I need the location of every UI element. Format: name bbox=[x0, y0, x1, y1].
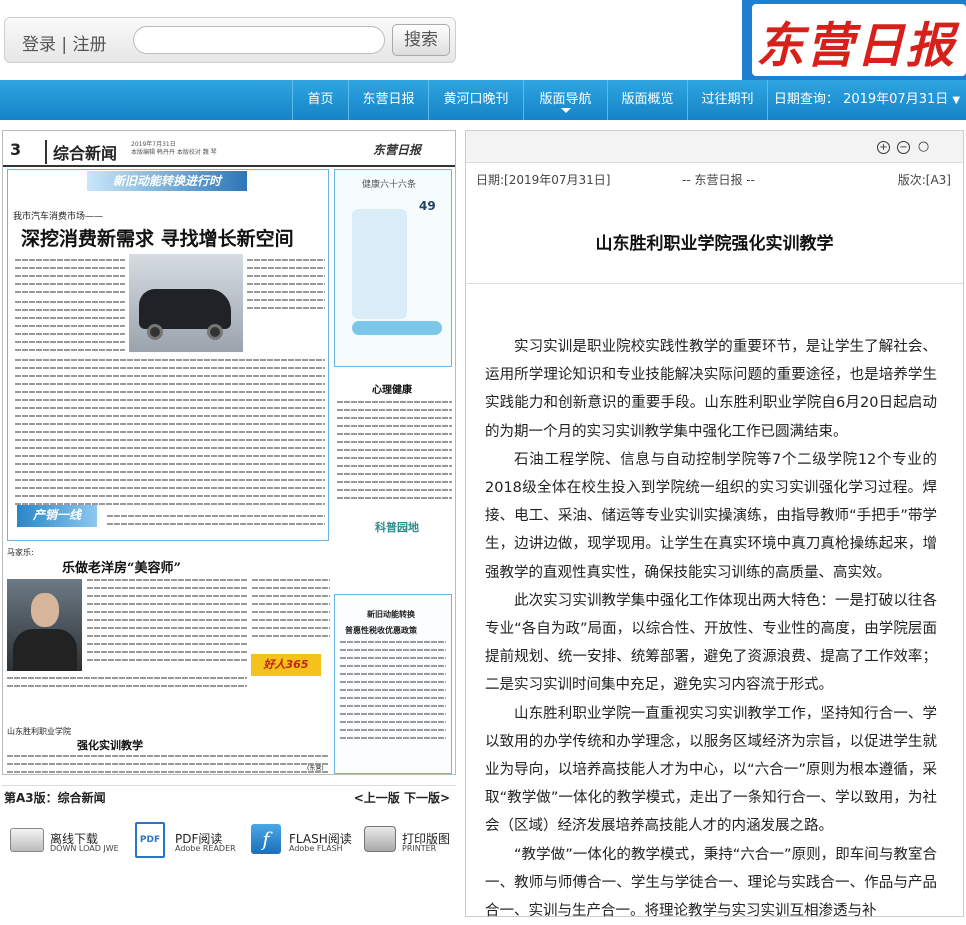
page-pager: <上一版 下一版> bbox=[354, 789, 450, 806]
health-column-number: 49 bbox=[419, 199, 436, 213]
page-nav-bar: 第A3版：综合新闻 <上一版 下一版> bbox=[2, 785, 456, 807]
account-separator: | bbox=[61, 35, 68, 55]
nav-item-home[interactable]: 首页 bbox=[292, 80, 348, 120]
article-paragraph: 实习实训是职业院校实践性教学的重要环节，是让学生了解社会、运用所学理论知识和专业… bbox=[485, 339, 937, 440]
health-illustration bbox=[352, 209, 407, 319]
page-thumbnail[interactable]: 3 综合新闻 2019年7月31日 本版编辑 韩丹丹 本版校对 魏 琴 东营日报… bbox=[2, 130, 456, 775]
story1-tag: 产销一线 bbox=[17, 505, 97, 527]
story1-headline[interactable]: 深挖消费新需求 寻找增长新空间 bbox=[21, 224, 294, 251]
top-bar: 登录 | 注册 搜索 东营日报 bbox=[0, 0, 966, 80]
health-pool bbox=[352, 321, 442, 335]
article-divider bbox=[466, 283, 963, 284]
reset-zoom-button[interactable]: ○ bbox=[917, 140, 930, 154]
newspaper-page: 新旧动能转换进行时 我市汽车消费市场—— 深挖消费新需求 寻找增长新空间 产销一… bbox=[7, 169, 452, 774]
download-icon bbox=[10, 828, 44, 852]
page-caption: (东营) bbox=[307, 765, 324, 772]
logo[interactable]: 东营日报 bbox=[742, 0, 966, 80]
nav-item-layout-overview[interactable]: 版面概览 bbox=[607, 80, 687, 120]
article-paragraph: 石油工程学院、信息与自动控制学院等7个二级学院12个专业的2018级全体在校生投… bbox=[485, 451, 937, 581]
login-link[interactable]: 登录 bbox=[22, 35, 56, 55]
download-subtitle: DOWN LOAD JWE bbox=[50, 844, 119, 853]
article-source: -- 东营日报 -- bbox=[682, 173, 755, 187]
article-info: 日期:[2019年07月31日] -- 东营日报 -- 版次:[A3] bbox=[466, 171, 963, 191]
tax-box-subtitle: 普惠性税收优惠政策 bbox=[345, 626, 417, 635]
page-number: 3 bbox=[10, 140, 22, 159]
car-photo bbox=[129, 254, 243, 352]
article-paragraph: 此次实习实训教学集中强化工作体现出两大特色：一是打破以往各专业“各自为政”局面，… bbox=[485, 592, 937, 694]
page-header: 3 综合新闻 2019年7月31日 本版编辑 韩丹丹 本版校对 魏 琴 东营日报 bbox=[3, 131, 455, 167]
article-paragraph: “教学做”一体化的教学模式，秉持“六合一”原则，即车间与教室合一、教师与师傅合一… bbox=[485, 846, 937, 920]
story2-headline[interactable]: 乐做老洋房“美容师” bbox=[62, 557, 181, 576]
page-meta-editors: 本版编辑 韩丹丹 本版校对 魏 琴 bbox=[131, 149, 217, 156]
nav-item-dongying-daily[interactable]: 东营日报 bbox=[348, 80, 428, 120]
nav-item-layout-nav[interactable]: 版面导航 bbox=[523, 80, 607, 120]
story1-banner: 新旧动能转换进行时 bbox=[87, 171, 247, 191]
tax-box-title: 新旧动能转换 bbox=[367, 610, 415, 619]
health-column-title: 健康六十六条 bbox=[362, 180, 417, 190]
zoom-out-button[interactable]: − bbox=[897, 141, 910, 154]
page-section: 综合新闻 bbox=[45, 140, 117, 164]
download-print[interactable]: 打印版图 PRINTER bbox=[362, 822, 456, 862]
ad-banner[interactable]: 好人365 bbox=[251, 654, 321, 676]
article-title: 山东胜利职业学院强化实训教学 bbox=[595, 234, 834, 254]
science-title: 科普园地 bbox=[375, 521, 419, 534]
register-link[interactable]: 注册 bbox=[73, 35, 107, 55]
story2-kicker: 马家乐: bbox=[7, 548, 34, 557]
nav-item-past-issues[interactable]: 过往期刊 bbox=[687, 80, 767, 120]
story1-kicker: 我市汽车消费市场—— bbox=[13, 212, 104, 222]
story1-tag-text: 产销一线 bbox=[32, 508, 81, 522]
article-date: 日期:[2019年07月31日] bbox=[476, 173, 611, 187]
date-query-label: 日期查询： bbox=[773, 92, 839, 107]
account-links: 登录 | 注册 bbox=[22, 30, 107, 55]
date-query[interactable]: 日期查询： 2019年07月31日 ▼ bbox=[767, 80, 966, 120]
prev-page-link[interactable]: <上一版 bbox=[354, 791, 400, 805]
date-query-value[interactable]: 2019年07月31日 bbox=[843, 92, 948, 107]
nav-item-huanghekou-evening[interactable]: 黄河口晚刊 bbox=[428, 80, 523, 120]
download-offline[interactable]: 离线下载 DOWN LOAD JWE bbox=[10, 822, 128, 862]
article-body: 实习实训是职业院校实践性教学的重要环节，是让学生了解社会、运用所学理论知识和专业… bbox=[485, 333, 937, 925]
zoom-in-button[interactable]: + bbox=[877, 141, 890, 154]
logo-text: 东营日报 bbox=[756, 18, 957, 74]
story3-headline[interactable]: 强化实训教学 bbox=[77, 737, 143, 753]
story3-kicker: 山东胜利职业学院 bbox=[7, 727, 71, 736]
tax-policy-box[interactable] bbox=[334, 594, 452, 774]
chevron-down-icon[interactable]: ▼ bbox=[952, 95, 960, 106]
print-subtitle: PRINTER bbox=[402, 844, 437, 853]
search-button[interactable]: 搜索 bbox=[392, 24, 450, 56]
next-page-link[interactable]: 下一版> bbox=[404, 791, 450, 805]
portrait-photo bbox=[7, 579, 82, 671]
pdf-icon: PDF bbox=[135, 822, 165, 858]
flash-subtitle: Adobe FLASH bbox=[289, 844, 343, 853]
pdf-subtitle: Adobe READER bbox=[175, 844, 236, 853]
psych-title: 心理健康 bbox=[372, 385, 412, 396]
article-toolbar: + − ○ bbox=[466, 131, 963, 163]
current-page-label: 第A3版：综合新闻 bbox=[4, 791, 106, 805]
page-meta-date: 2019年7月31日 bbox=[131, 141, 176, 148]
main-nav: 首页 东营日报 黄河口晚刊 版面导航 版面概览 过往期刊 日期查询： 2019年… bbox=[0, 80, 966, 120]
download-flash[interactable]: f FLASH阅读 Adobe FLASH bbox=[249, 822, 359, 862]
page-meta: 2019年7月31日 本版编辑 韩丹丹 本版校对 魏 琴 bbox=[131, 141, 231, 157]
download-pdf[interactable]: PDF PDF阅读 Adobe READER bbox=[135, 822, 245, 862]
search-input[interactable] bbox=[133, 26, 385, 54]
article-edition: 版次:[A3] bbox=[897, 173, 951, 187]
printer-icon bbox=[364, 826, 396, 852]
page-brand: 东营日报 bbox=[373, 143, 422, 157]
flash-icon: f bbox=[251, 824, 281, 854]
article-paragraph: 山东胜利职业学院一直重视实习实训教学工作，坚持知行合一、学以致用的办学传统和办学… bbox=[485, 705, 937, 835]
